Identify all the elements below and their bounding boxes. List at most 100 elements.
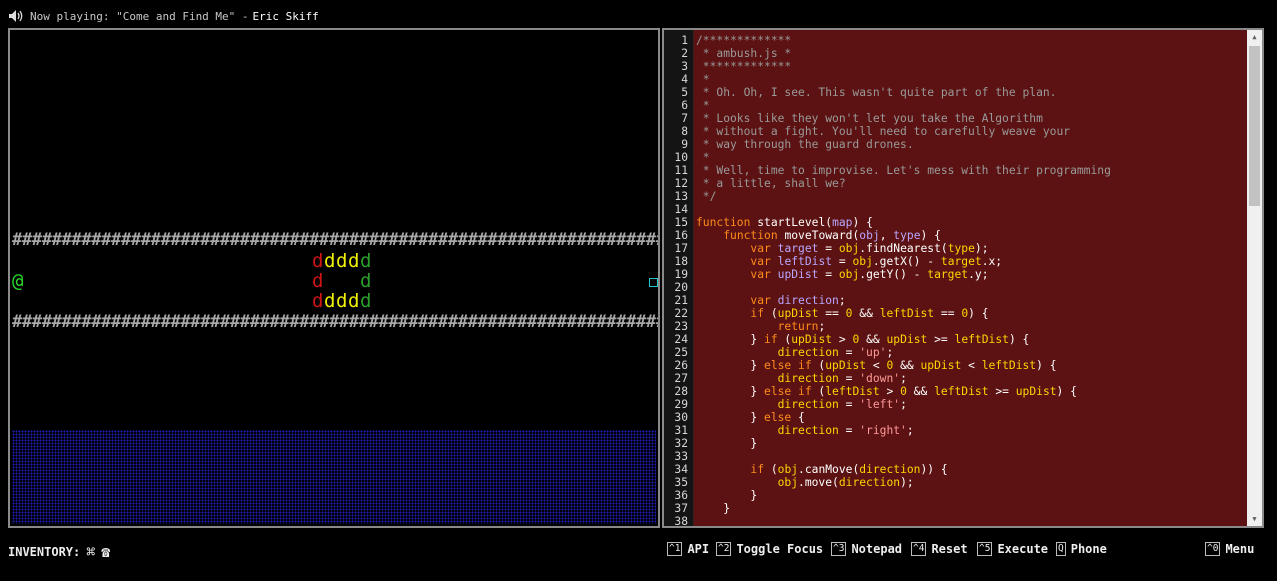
code-text[interactable]: return; (696, 320, 826, 333)
code-text[interactable]: } if (upDist > 0 && upDist >= leftDist) … (696, 333, 1029, 346)
code-text[interactable]: } else if (upDist < 0 && upDist < leftDi… (696, 359, 1056, 372)
scroll-up-arrow-icon[interactable]: ▲ (1247, 30, 1262, 44)
code-line[interactable]: 16 function moveToward(obj, type) { (664, 229, 1248, 242)
code-text[interactable]: * (696, 151, 710, 164)
code-line[interactable]: 13 */ (664, 190, 1248, 203)
code-text[interactable]: } else { (696, 411, 804, 424)
code-line[interactable]: 19 var upDist = obj.getY() - target.y; (664, 268, 1248, 281)
hotkey-execute[interactable]: ^5 Execute (977, 542, 1048, 556)
code-line[interactable]: 10 * (664, 151, 1248, 164)
hotkey-reset[interactable]: ^4 Reset (911, 542, 968, 556)
code-line[interactable]: 11 * Well, time to improvise. Let's mess… (664, 164, 1248, 177)
code-line[interactable]: 29 direction = 'left'; (664, 398, 1248, 411)
code-line[interactable]: 6 * (664, 99, 1248, 112)
code-line[interactable]: 33 (664, 450, 1248, 463)
line-number: 3 (681, 60, 688, 73)
line-number: 32 (674, 437, 688, 450)
code-lines[interactable]: 1/************* 2 * ambush.js * 3 ********… (664, 34, 1248, 526)
code-text[interactable]: var leftDist = obj.getX() - target.x; (696, 255, 1002, 268)
code-line[interactable]: 37 } (664, 502, 1248, 515)
code-text[interactable]: * without a fight. You'll need to carefu… (696, 125, 1070, 138)
line-number: 22 (674, 307, 688, 320)
code-line[interactable]: 21 var direction; (664, 294, 1248, 307)
wall-top: ########################################… (12, 230, 658, 250)
code-line[interactable]: 36 } (664, 489, 1248, 502)
line-number: 28 (674, 385, 688, 398)
code-line[interactable]: 8 * without a fight. You'll need to care… (664, 125, 1248, 138)
hotkey-notepad[interactable]: ^3 Notepad (831, 542, 902, 556)
code-line[interactable]: 32 } (664, 437, 1248, 450)
hotkey-api[interactable]: ^1 API (667, 542, 709, 556)
code-line[interactable]: 30 } else { (664, 411, 1248, 424)
game-screen[interactable]: ########################################… (8, 28, 660, 528)
code-line[interactable]: 4 * (664, 73, 1248, 86)
code-line[interactable]: 17 var target = obj.findNearest(type); (664, 242, 1248, 255)
code-text[interactable]: if (obj.canMove(direction)) { (696, 463, 947, 476)
code-editor[interactable]: 1/************* 2 * ambush.js * 3 ********… (662, 28, 1264, 528)
line-number: 9 (681, 138, 688, 151)
code-text[interactable]: * a little, shall we? (696, 177, 846, 190)
hotkey-toggle-focus[interactable]: ^2 Toggle Focus (716, 542, 823, 556)
code-line[interactable]: 9 * way through the guard drones. (664, 138, 1248, 151)
code-line[interactable]: 3 ************* (664, 60, 1248, 73)
wall-bottom: ########################################… (12, 312, 658, 332)
code-line[interactable]: 35 obj.move(direction); (664, 476, 1248, 489)
code-text[interactable]: } (696, 502, 730, 515)
code-line[interactable]: 7 * Looks like they won't let you take t… (664, 112, 1248, 125)
code-text[interactable]: } (696, 437, 757, 450)
code-text[interactable]: direction = 'up'; (696, 346, 894, 359)
code-line[interactable]: 15 function startLevel(map) { (664, 216, 1248, 229)
code-line[interactable]: 1 /************* (664, 34, 1248, 47)
code-text[interactable]: var direction; (696, 294, 845, 307)
code-line[interactable]: 26 } else if (upDist < 0 && upDist < lef… (664, 359, 1248, 372)
code-text[interactable]: var target = obj.findNearest(type); (696, 242, 988, 255)
code-text[interactable]: * Looks like they won't let you take the… (696, 112, 1043, 125)
code-line[interactable]: 14 (664, 203, 1248, 216)
code-text[interactable]: function moveToward(obj, type) { (696, 229, 941, 242)
code-text[interactable]: obj.move(direction); (696, 476, 914, 489)
speaker-icon[interactable] (8, 9, 26, 23)
code-line[interactable]: 2 * ambush.js * (664, 47, 1248, 60)
code-text[interactable]: * (696, 73, 710, 86)
hotkey-phone[interactable]: Q Phone (1056, 542, 1107, 556)
code-line[interactable]: 20 (664, 281, 1248, 294)
code-text[interactable]: var upDist = obj.getY() - target.y; (696, 268, 988, 281)
hotkey-key: ^0 (1205, 542, 1221, 556)
code-line[interactable]: 18 var leftDist = obj.getX() - target.x; (664, 255, 1248, 268)
code-text[interactable]: * Well, time to improvise. Let's mess wi… (696, 164, 1111, 177)
code-text[interactable]: */ (696, 190, 717, 203)
hotkey-menu[interactable]: ^0 Menu (1205, 542, 1254, 556)
code-text[interactable]: * (696, 99, 710, 112)
scroll-thumb[interactable] (1249, 46, 1260, 206)
code-line[interactable]: 34 if (obj.canMove(direction)) { (664, 463, 1248, 476)
inventory-label: INVENTORY: (8, 545, 81, 559)
code-line[interactable]: 38 (664, 515, 1248, 526)
code-text[interactable]: direction = 'down'; (696, 372, 907, 385)
code-text[interactable]: } (696, 489, 757, 502)
code-line[interactable]: 25 direction = 'up'; (664, 346, 1248, 359)
code-line[interactable]: 23 return; (664, 320, 1248, 333)
code-line[interactable]: 27 direction = 'down'; (664, 372, 1248, 385)
code-line[interactable]: 22 if (upDist == 0 && leftDist == 0) { (664, 307, 1248, 320)
code-text[interactable]: * Oh. Oh, I see. This wasn't quite part … (696, 86, 1057, 99)
line-number: 2 (681, 47, 688, 60)
code-text[interactable]: * ambush.js * (696, 47, 791, 60)
player-avatar: @ (12, 270, 24, 292)
code-text[interactable]: } else if (leftDist > 0 && leftDist >= u… (696, 385, 1077, 398)
code-text[interactable]: direction = 'right'; (696, 424, 914, 437)
code-line[interactable]: 12 * a little, shall we? (664, 177, 1248, 190)
now-playing-bar: Now playing: "Come and Find Me" - Eric S… (8, 8, 319, 24)
code-text[interactable]: * way through the guard drones. (696, 138, 914, 151)
code-text[interactable]: function startLevel(map) { (696, 216, 873, 229)
code-line[interactable]: 28 } else if (leftDist > 0 && leftDist >… (664, 385, 1248, 398)
code-text[interactable]: direction = 'left'; (696, 398, 907, 411)
scroll-down-arrow-icon[interactable]: ▼ (1247, 512, 1262, 526)
code-line[interactable]: 31 direction = 'right'; (664, 424, 1248, 437)
code-text[interactable]: /************* (696, 34, 791, 47)
inventory: INVENTORY: ⌘ ☎ (8, 543, 110, 561)
code-text[interactable]: if (upDist == 0 && leftDist == 0) { (696, 307, 988, 320)
code-line[interactable]: 5 * Oh. Oh, I see. This wasn't quite par… (664, 86, 1248, 99)
editor-scrollbar[interactable]: ▲ ▼ (1247, 30, 1262, 526)
code-line[interactable]: 24 } if (upDist > 0 && upDist >= leftDis… (664, 333, 1248, 346)
code-text[interactable]: ************* (696, 60, 791, 73)
